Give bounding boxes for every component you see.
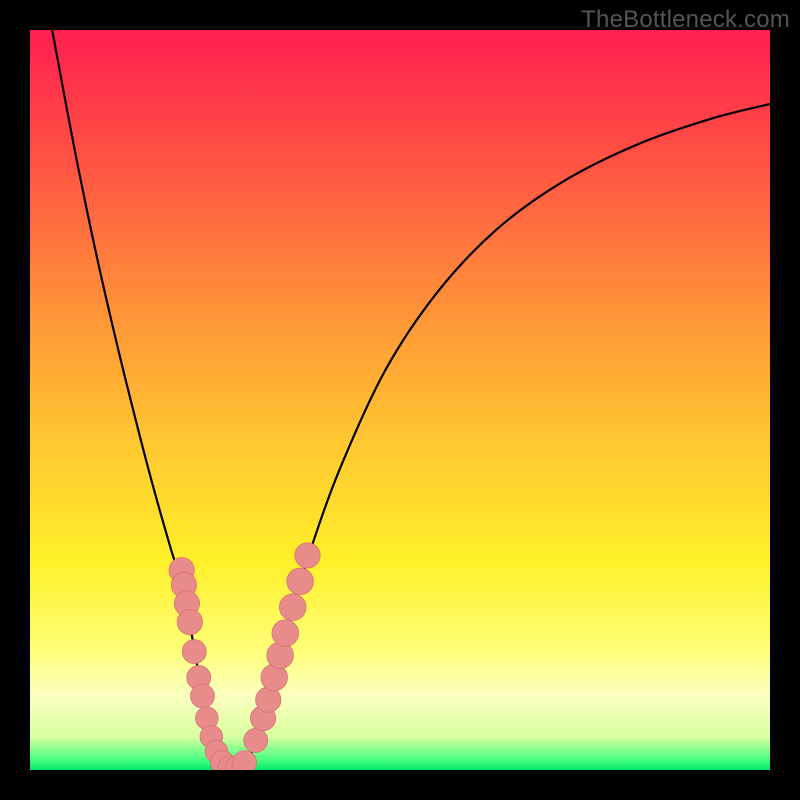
data-marker [177,609,202,634]
data-marker [190,684,214,708]
data-marker [295,543,320,568]
data-marker [272,620,299,647]
chart-svg [30,30,770,770]
data-marker [244,728,268,752]
chart-frame: TheBottleneck.com [0,0,800,800]
gradient-background [30,30,770,770]
data-marker [279,594,306,621]
data-marker [233,751,257,770]
data-marker [287,568,314,595]
plot-area [30,30,770,770]
data-marker [182,640,206,664]
watermark-text: TheBottleneck.com [581,6,790,34]
